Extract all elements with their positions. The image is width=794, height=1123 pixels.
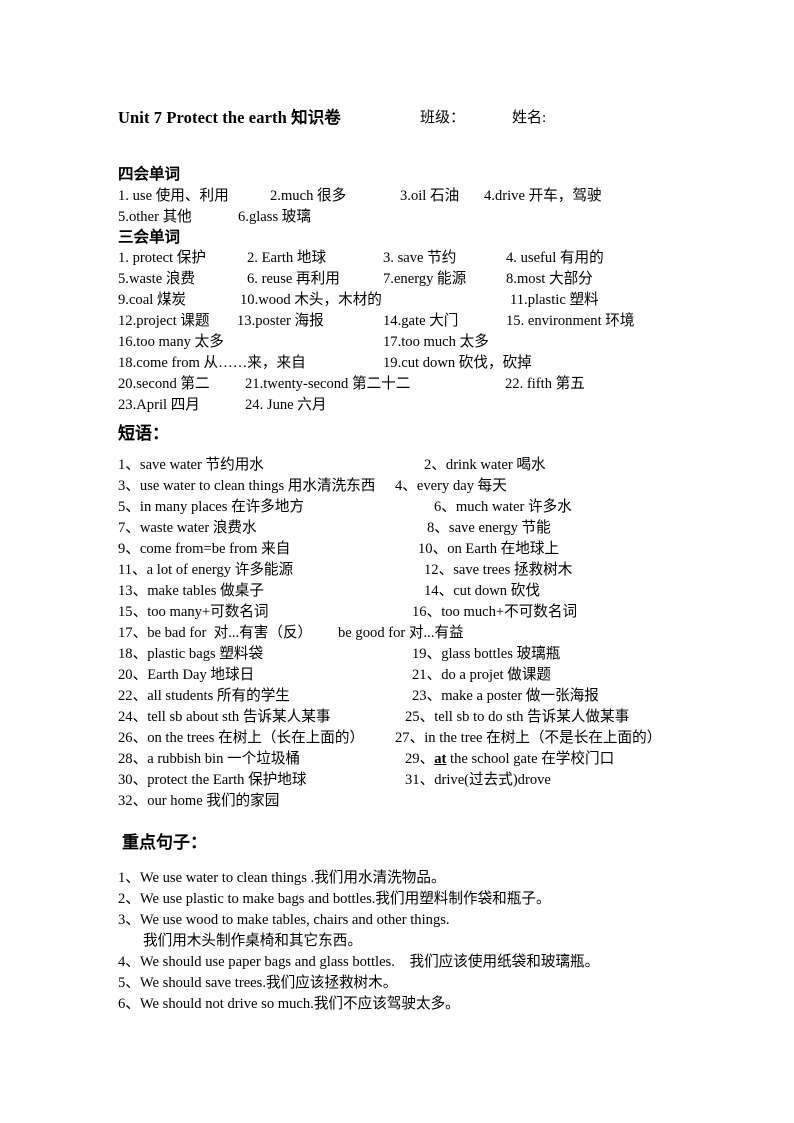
sentence-number: 5、 [118, 975, 140, 991]
section-heading-phrases: 短语： [118, 424, 169, 443]
phrase-item-left: 9、come from=be from 来自 [118, 541, 291, 557]
class-field-label: 班级： [420, 110, 466, 126]
word-item: 10.wood 木头，木材的 [240, 292, 382, 308]
word-item: 20.second 第二 [118, 376, 210, 392]
phrase-item-left: 11、a lot of energy 许多能源 [118, 562, 294, 578]
sentence-text: We use water to clean things .我们用水清洗物品。 [139, 870, 446, 886]
word-item: 21.twenty-second 第二十二 [245, 376, 411, 392]
sentence-text: We should save trees.我们应该拯救树木。 [139, 975, 398, 991]
sentence-number: 4、 [118, 954, 140, 970]
sentence-number: 6、 [118, 996, 140, 1012]
phrase-rest-29: the school gate 在学校门口 [446, 751, 615, 767]
section-heading-three-skills: 三会单词 [118, 229, 181, 246]
word-item: 7.energy 能源 [383, 271, 467, 287]
word-item: 1. use 使用、利用 [118, 188, 229, 204]
phrase-item-right: 16、too much+不可数名词 [412, 604, 578, 620]
phrase-item-right: 4、every day 每天 [395, 478, 507, 494]
section-heading-sentences: 重点句子： [122, 833, 207, 852]
phrase-prefix-29: 29、 [405, 751, 435, 767]
phrase-item-left: 20、Earth Day 地球日 [118, 667, 255, 683]
word-item: 2. Earth 地球 [247, 250, 327, 266]
sentence-item: 5、We should save trees.我们应该拯救树木。 [118, 971, 397, 992]
phrase-item-right: 19、glass bottles 玻璃瓶 [412, 646, 561, 662]
word-item: 16.too many 太多 [118, 334, 224, 350]
phrase-item-left: 26、on the trees 在树上（长在上面的） [118, 730, 365, 746]
phrase-item-left: 30、protect the Earth 保护地球 [118, 772, 307, 788]
sentence-item: 1、We use water to clean things .我们用水清洗物品… [118, 866, 446, 887]
phrase-item-left: 32、our home 我们的家园 [118, 793, 280, 809]
phrase-item-right: 29、at the school gate 在学校门口 [405, 747, 614, 768]
word-item: 6.glass 玻璃 [238, 209, 311, 225]
word-item: 23.April 四月 [118, 397, 200, 413]
word-item: 4. useful 有用的 [506, 250, 604, 266]
phrase-item-left: 24、tell sb about sth 告诉某人某事 [118, 709, 331, 725]
phrase-item-right: 14、cut down 砍伐 [424, 583, 540, 599]
phrase-item-right: be good for 对...有益 [338, 625, 464, 641]
word-item: 13.poster 海报 [237, 313, 324, 329]
phrase-item-right: 10、on Earth 在地球上 [418, 541, 560, 557]
phrase-item-left: 13、make tables 做桌子 [118, 583, 264, 599]
word-item: 6. reuse 再利用 [247, 271, 340, 287]
sentence-text: We use wood to make tables, chairs and o… [139, 912, 450, 928]
page-title: Unit 7 Protect the earth 知识卷 [118, 108, 341, 127]
word-item: 5.waste 浪费 [118, 271, 196, 287]
phrase-item-right: 31、drive(过去式)drove [405, 772, 551, 788]
word-item: 22. fifth 第五 [505, 376, 585, 392]
sentence-number: 2、 [118, 891, 140, 907]
phrase-item-left: 22、all students 所有的学生 [118, 688, 290, 704]
sentence-item: 3、We use wood to make tables, chairs and… [118, 908, 450, 929]
phrase-item-left: 1、save water 节约用水 [118, 457, 264, 473]
phrase-item-right: 6、much water 许多水 [434, 499, 572, 515]
sentence-number: 3、 [118, 912, 140, 928]
sentence-number: 1、 [118, 870, 140, 886]
sentence-item: 6、We should not drive so much.我们不应该驾驶太多。 [118, 992, 460, 1013]
phrase-item-right: 23、make a poster 做一张海报 [412, 688, 599, 704]
word-item: 17.too much 太多 [383, 334, 489, 350]
word-item: 9.coal 煤炭 [118, 292, 187, 308]
word-item: 8.most 大部分 [506, 271, 593, 287]
phrase-emphasis-at: at [434, 751, 447, 767]
sentence-item: 2、We use plastic to make bags and bottle… [118, 887, 551, 908]
document-page: Unit 7 Protect the earth 知识卷 班级： 姓名: 四会单… [0, 0, 794, 1123]
phrase-item-right: 12、save trees 拯救树木 [424, 562, 573, 578]
word-item: 24. June 六月 [245, 397, 327, 413]
word-item: 5.other 其他 [118, 209, 192, 225]
word-item: 15. environment 环境 [506, 313, 635, 329]
phrase-item-left: 5、in many places 在许多地方 [118, 499, 305, 515]
name-field-label: 姓名: [512, 110, 547, 126]
phrase-item-left: 3、use water to clean things 用水清洗东西 [118, 478, 376, 494]
phrase-item-left: 17、be bad for 对...有害（反） [118, 625, 313, 641]
sentence-continuation: 我们用木头制作桌椅和其它东西。 [143, 933, 362, 949]
word-item: 1. protect 保护 [118, 250, 206, 266]
word-item: 2.much 很多 [270, 188, 347, 204]
phrase-item-right: 8、save energy 节能 [427, 520, 551, 536]
section-heading-four-skills: 四会单词 [118, 166, 181, 183]
sentence-text: We should not drive so much.我们不应该驾驶太多。 [139, 996, 460, 1012]
phrase-item-left: 18、plastic bags 塑料袋 [118, 646, 264, 662]
word-item: 3. save 节约 [383, 250, 457, 266]
phrase-item-left: 28、a rubbish bin 一个垃圾桶 [118, 751, 301, 767]
word-item: 19.cut down 砍伐，砍掉 [383, 355, 532, 371]
phrase-item-right: 21、do a projet 做课题 [412, 667, 552, 683]
phrase-item-right: 25、tell sb to do sth 告诉某人做某事 [405, 709, 630, 725]
phrase-item-right: 2、drink water 喝水 [424, 457, 546, 473]
word-item: 14.gate 大门 [383, 313, 459, 329]
word-item: 4.drive 开车，驾驶 [484, 188, 602, 204]
sentence-text: We use plastic to make bags and bottles.… [139, 891, 551, 907]
phrase-item-left: 7、waste water 浪费水 [118, 520, 257, 536]
phrase-item-left: 15、too many+可数名词 [118, 604, 269, 620]
sentence-text: We should use paper bags and glass bottl… [139, 954, 600, 970]
word-item: 3.oil 石油 [400, 188, 460, 204]
sentence-item: 4、We should use paper bags and glass bot… [118, 950, 599, 971]
word-item: 11.plastic 塑料 [510, 292, 599, 308]
word-item: 18.come from 从……来，来自 [118, 355, 306, 371]
phrase-item-right: 27、in the tree 在树上（不是长在上面的） [395, 730, 662, 746]
word-item: 12.project 课题 [118, 313, 210, 329]
